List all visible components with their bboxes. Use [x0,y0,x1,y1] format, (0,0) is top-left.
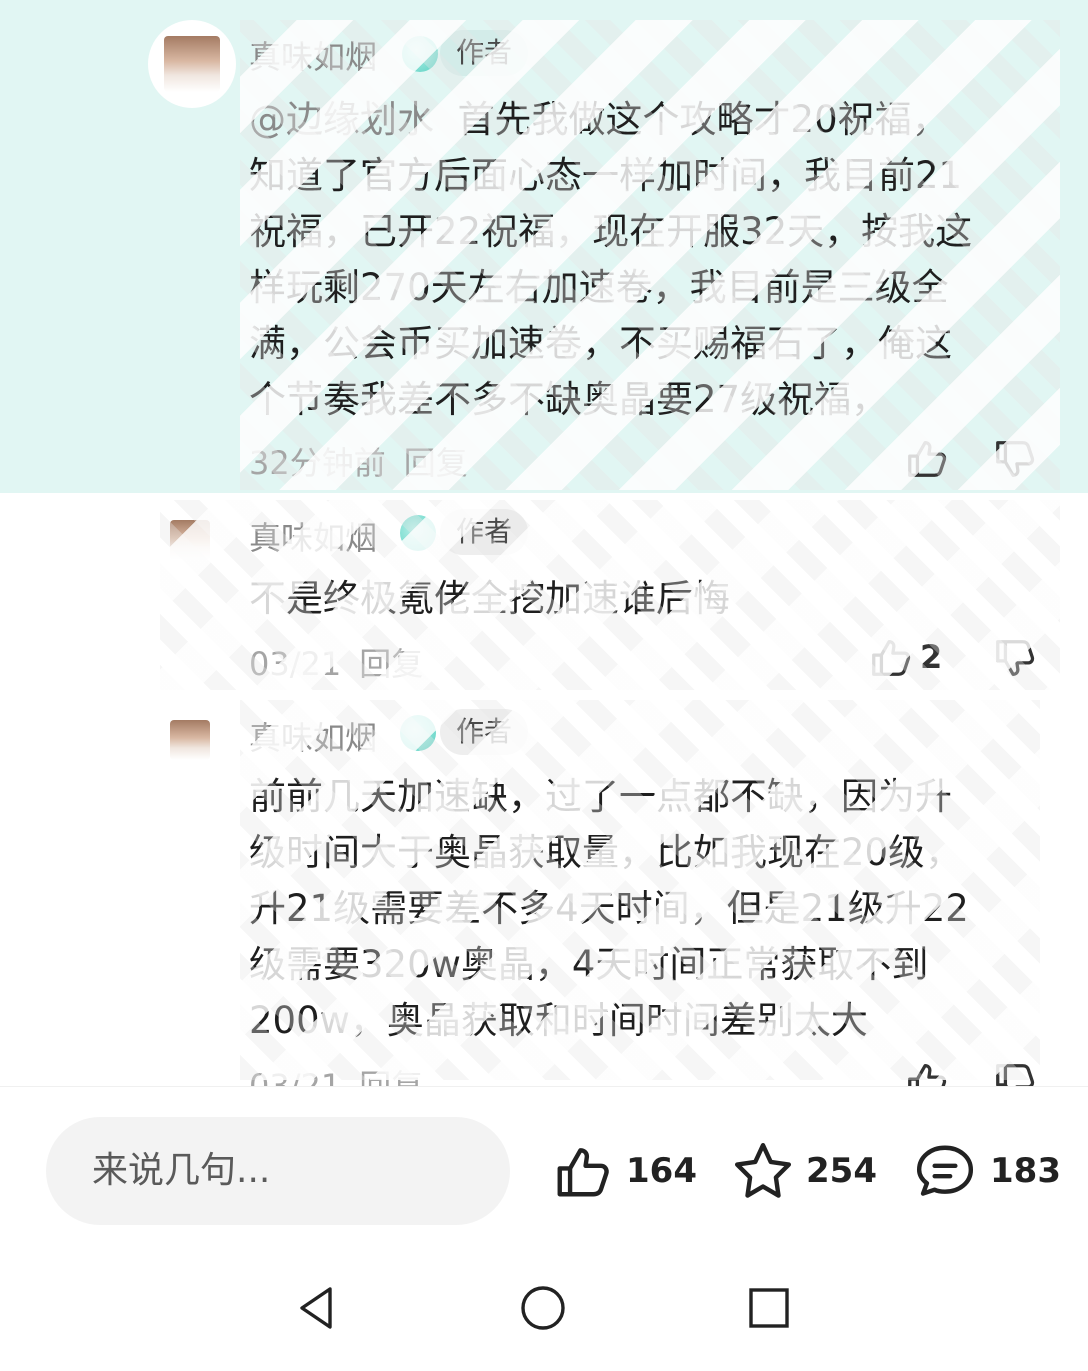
like-button[interactable] [904,1057,950,1086]
author-tag: 作者 [440,709,529,755]
avatar[interactable] [158,708,222,772]
thumbs-up-icon [557,1148,609,1197]
comment-author-name[interactable]: 真味如烟 [249,513,377,559]
comment-time: 32分钟前 [249,444,386,482]
comment-detail-page: 真味如烟 作者 @边缘划水 首先我做这个攻略才20祝福， 知道了官方后面心态一样… [0,0,1088,1371]
avatar[interactable] [158,508,222,572]
thumbs-down-icon [996,441,1035,477]
post-like-count: 164 [626,1151,697,1191]
post-like-button[interactable]: 164 [552,1139,697,1203]
comment-author-name[interactable]: 真味如烟 [249,713,377,759]
comment-text: 前前几天加速缺，过了一点都不缺，因为升 级时间大于奥晶获取量，比如我现在20级，… [249,769,1049,1049]
comment-time: 03/21 [249,1067,342,1086]
post-favorite-count: 254 [806,1151,877,1191]
comment-text-line: 样玩剩270天左右加速卷，我目前是三级全 [249,266,949,309]
comment-text-segment: 首先我做这个攻略才20祝福， [457,98,949,141]
comment-author-name[interactable]: 真味如烟 [249,32,377,78]
comment-text-line: 祝福，已开22祝福，现在开服32天，按我这 [249,210,973,253]
comment-time: 03/21 [249,645,342,683]
author-tag: 作者 [440,30,529,76]
verified-badge-icon [400,515,436,551]
dislike-button[interactable] [992,436,1038,484]
comment-meta: 03/21 回复 [249,1061,423,1086]
like-count: 2 [920,638,943,676]
comment-text-line: 知道了官方后面心态一样加时间，我目前21 [249,154,963,197]
thumbs-up-icon [872,640,911,676]
post-comment-button[interactable]: 183 [912,1139,1061,1203]
like-button[interactable] [904,434,950,482]
reply-button[interactable]: 回复 [404,444,468,482]
avatar[interactable] [148,20,236,108]
home-button[interactable] [519,1284,567,1332]
comment-text-line: 升21级需要差不多4天时间，但是21级升22 [249,887,969,930]
recents-button[interactable] [745,1284,793,1332]
avatar-image [169,719,211,761]
comment-list: 真味如烟 作者 @边缘划水 首先我做这个攻略才20祝福， 知道了官方后面心态一样… [0,0,1088,1086]
home-circle-icon [521,1286,565,1330]
comment-text-line: 满，公会币买加速卷，不买赐福石了，俺这 [249,322,952,365]
reply-button[interactable]: 回复 [359,645,423,683]
comment-text: @边缘划水 首先我做这个攻略才20祝福， 知道了官方后面心态一样加时间，我目前2… [249,92,1049,428]
comment-text-line: @边缘划水 首先我做这个攻略才20祝福， [249,92,1049,148]
comment-meta: 32分钟前 回复 [249,438,468,484]
comment-text-line: 前前几天加速缺，过了一点都不缺，因为升 [249,775,952,818]
thumbs-up-icon [908,441,947,477]
post-comment-count: 183 [990,1151,1061,1191]
mention-link[interactable]: @边缘划水 [249,98,434,141]
recents-square-icon [749,1288,789,1328]
comment-bubble-icon [916,1145,974,1196]
thumbs-up-icon [908,1064,947,1086]
author-tag: 作者 [440,509,529,555]
dislike-button[interactable] [992,635,1038,683]
like-button[interactable]: 2 [868,633,942,681]
bottom-action-bar: 来说几句... 164 254 183 [0,1086,1088,1237]
comment-item[interactable]: 真味如烟 作者 @边缘划水 首先我做这个攻略才20祝福， 知道了官方后面心态一样… [0,0,1088,493]
thumbs-down-icon [996,640,1035,676]
comment-item[interactable]: 真味如烟 作者 不是终极氪佬全挖加速谁后悔 03/21 回复 2 [0,493,1088,693]
verified-badge-icon [400,715,436,751]
avatar-image [169,519,211,561]
thumbs-down-icon [996,1064,1035,1086]
comment-text-line: 个节奏我差不多不缺奥晶要27级祝福， [249,378,889,421]
comment-input-placeholder: 来说几句... [92,1150,271,1191]
comment-item[interactable]: 真味如烟 作者 前前几天加速缺，过了一点都不缺，因为升 级时间大于奥晶获取量，比… [0,693,1088,1086]
comment-text: 不是终极氪佬全挖加速谁后悔 [249,577,730,620]
back-button[interactable] [292,1284,340,1332]
star-icon [734,1142,792,1198]
comment-text-line: 级时间大于奥晶获取量，比如我现在20级， [249,831,963,874]
avatar-image [163,35,221,93]
comment-meta: 03/21 回复 [249,639,423,685]
comment-input[interactable]: 来说几句... [46,1117,510,1225]
reply-button[interactable]: 回复 [359,1067,423,1086]
system-navigation-bar [0,1236,1088,1371]
comment-text-line: 级需要320w奥晶，4天时间正常获取不到 [249,943,929,986]
comment-text-line: 200w，奥晶获取和时间时间差别太大 [249,999,868,1042]
dislike-button[interactable] [992,1059,1038,1086]
back-triangle-icon [300,1287,332,1329]
verified-badge-icon [402,36,438,72]
post-favorite-button[interactable]: 254 [732,1139,877,1203]
